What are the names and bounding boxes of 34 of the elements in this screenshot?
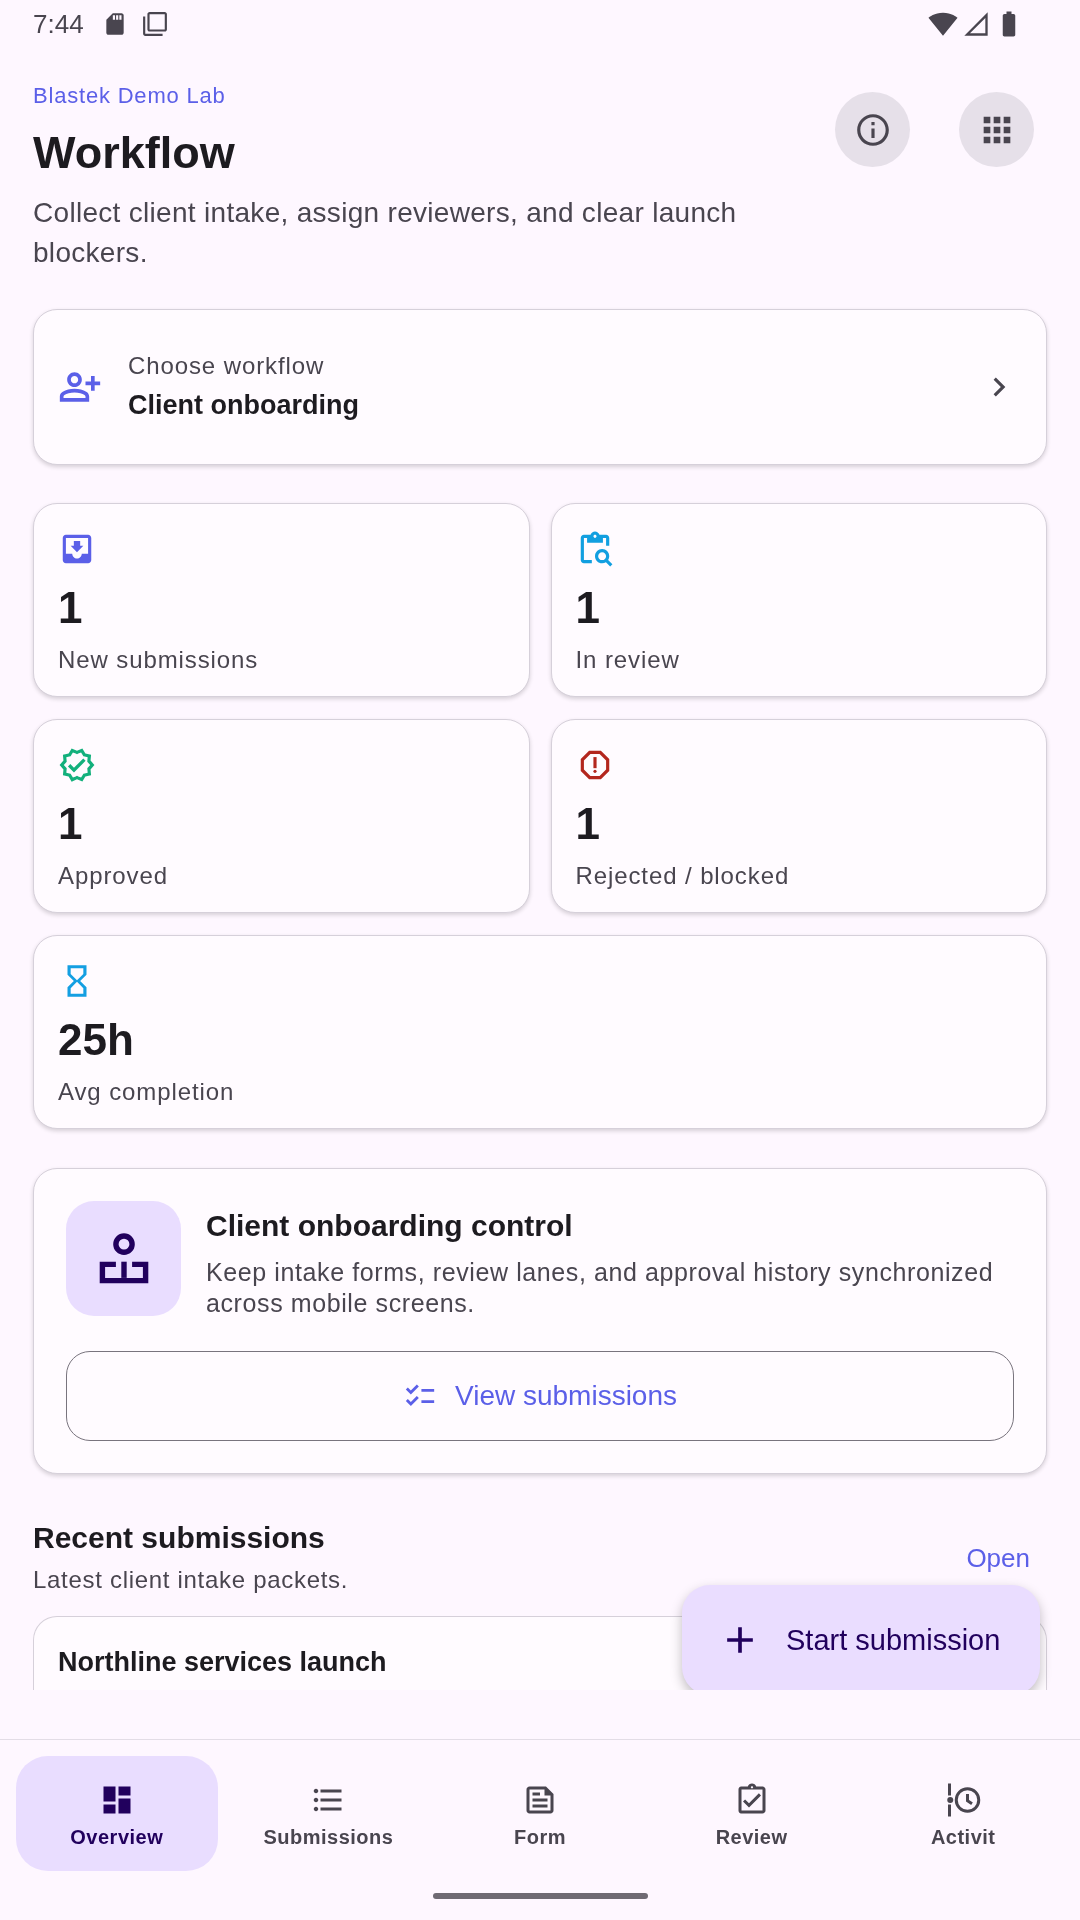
nav-tab[interactable]: Review [650,1756,853,1871]
stacked-squares-icon [141,11,168,37]
signal-icon [962,10,990,38]
nav-tab[interactable]: Overview [15,1756,218,1871]
picker-label: Choose workflow [128,351,326,381]
person-desk-icon [66,1201,181,1316]
stat-value: 25h [58,1015,134,1065]
stat-label: Approved [58,861,168,891]
start-submission-button[interactable]: Start submission [682,1585,1040,1690]
nav-tab[interactable]: Form [439,1756,641,1871]
stat-label: In review [575,645,680,675]
control-description: Keep intake forms, review lanes, and approval history synchronized across mobile screens. [206,1257,995,1319]
stat-value: 1 [575,583,600,633]
nav-tab[interactable]: Activit [862,1756,1065,1871]
stat-value: 1 [575,799,600,849]
page-title: Workflow [33,126,236,180]
status-time: 7:44 [33,9,84,39]
stat-label: Rejected / blocked [575,861,790,891]
stat-label: Avg completion [58,1077,235,1107]
open-button[interactable]: Open [966,1541,1030,1574]
section-subtitle: Latest client intake packets. [33,1565,349,1595]
stat-value: 1 [58,799,83,849]
stat-label: New submissions [58,645,259,675]
picker-value: Client onboarding [128,389,360,422]
nav-tab[interactable]: Submissions [227,1756,430,1871]
section-title: Recent submissions [33,1520,326,1556]
control-title: Client onboarding control [206,1208,574,1244]
history-icon [945,1782,982,1818]
submission-title: Northline services launch [58,1647,387,1677]
workflow-picker[interactable]: Choose workflow Client onboarding [33,309,1047,465]
org-name: Blastek Demo Lab [33,82,227,110]
view-submissions-button[interactable]: View submissions [66,1351,1014,1441]
page-description: Collect client intake, assign reviewers, and clear launch blockers. [33,196,738,270]
stat-value: 1 [58,583,83,633]
